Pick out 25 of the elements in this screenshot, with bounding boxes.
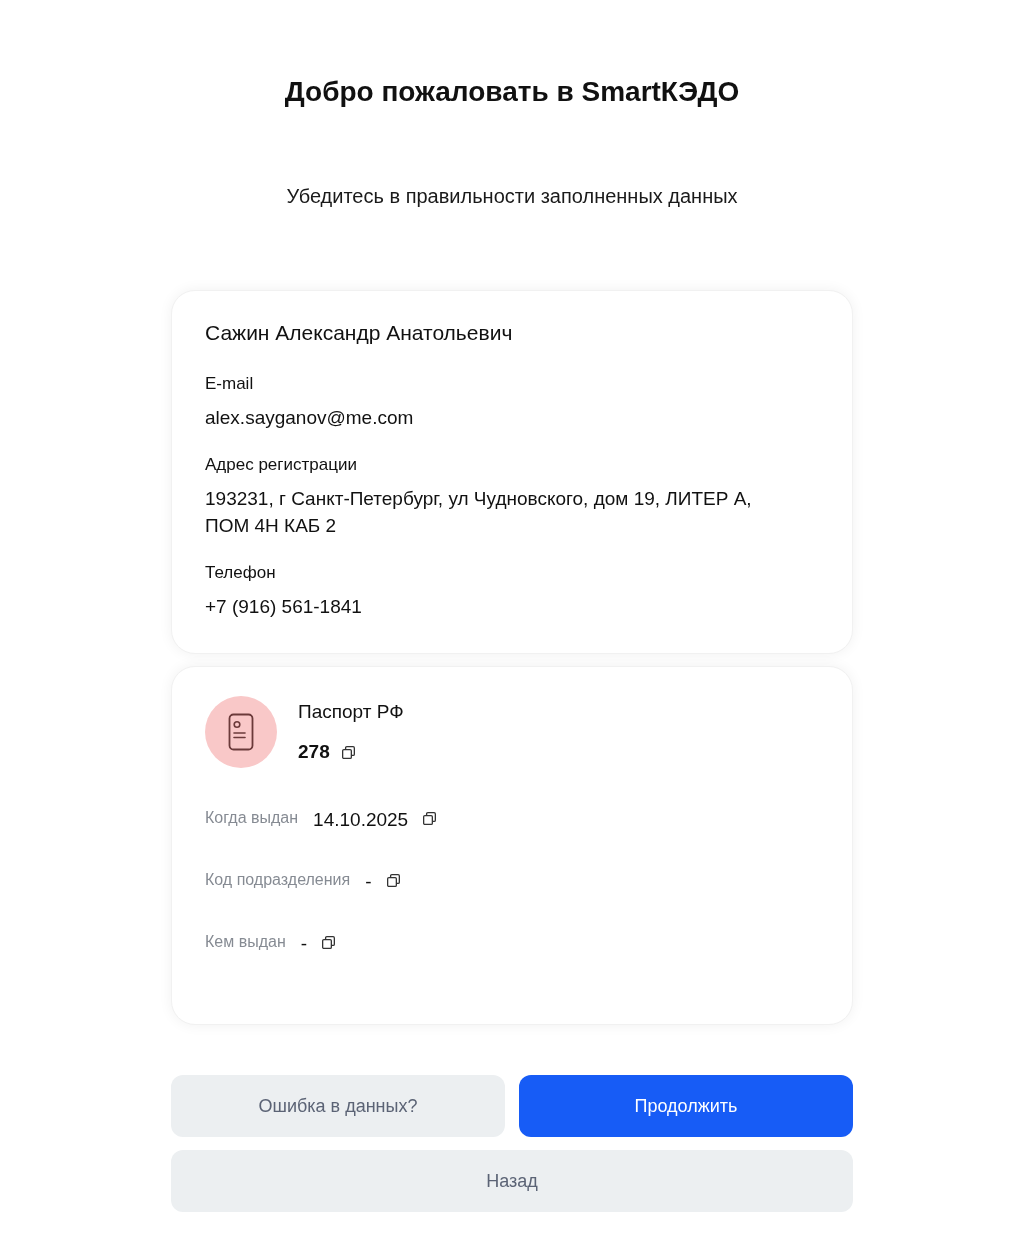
copy-icon[interactable] [322, 935, 336, 949]
field-label: Когда выдан [205, 808, 299, 828]
copy-icon[interactable] [386, 873, 400, 887]
document-title: Паспорт РФ [298, 700, 404, 724]
field-label: Телефон [205, 562, 276, 584]
page-title: Добро пожаловать в SmartКЭДО [283, 75, 741, 109]
field-value: 193231, г Санкт-Петербург, ул Чудновского, дом 19, ЛИТЕР А, ПОМ 4Н КАБ 2 [205, 487, 753, 538]
field-label: Кем выдан [205, 932, 286, 952]
field-value: 14.10.2025 [313, 808, 409, 832]
field-value: alex.sayganov@me.com [205, 406, 414, 430]
document-number: 278 [298, 740, 330, 764]
copy-icon[interactable] [341, 745, 355, 759]
field-label: Код подразделения [205, 870, 351, 890]
id-card-icon [205, 696, 277, 768]
field-label: E-mail [205, 373, 254, 395]
full-name: Сажин Александр Анатольевич [205, 320, 514, 346]
action-button[interactable]: Продолжить [519, 1075, 853, 1137]
page-subtitle: Убедитесь в правильности заполненных данных [285, 184, 739, 209]
action-button[interactable]: Ошибка в данных? [171, 1075, 505, 1137]
field-value: - [365, 870, 372, 894]
field-value: - [300, 932, 308, 956]
field-label: Адрес регистрации [205, 454, 357, 476]
copy-icon[interactable] [423, 811, 437, 825]
field-value: +7 (916) 561-1841 [205, 595, 362, 619]
action-button[interactable]: Назад [171, 1150, 853, 1212]
